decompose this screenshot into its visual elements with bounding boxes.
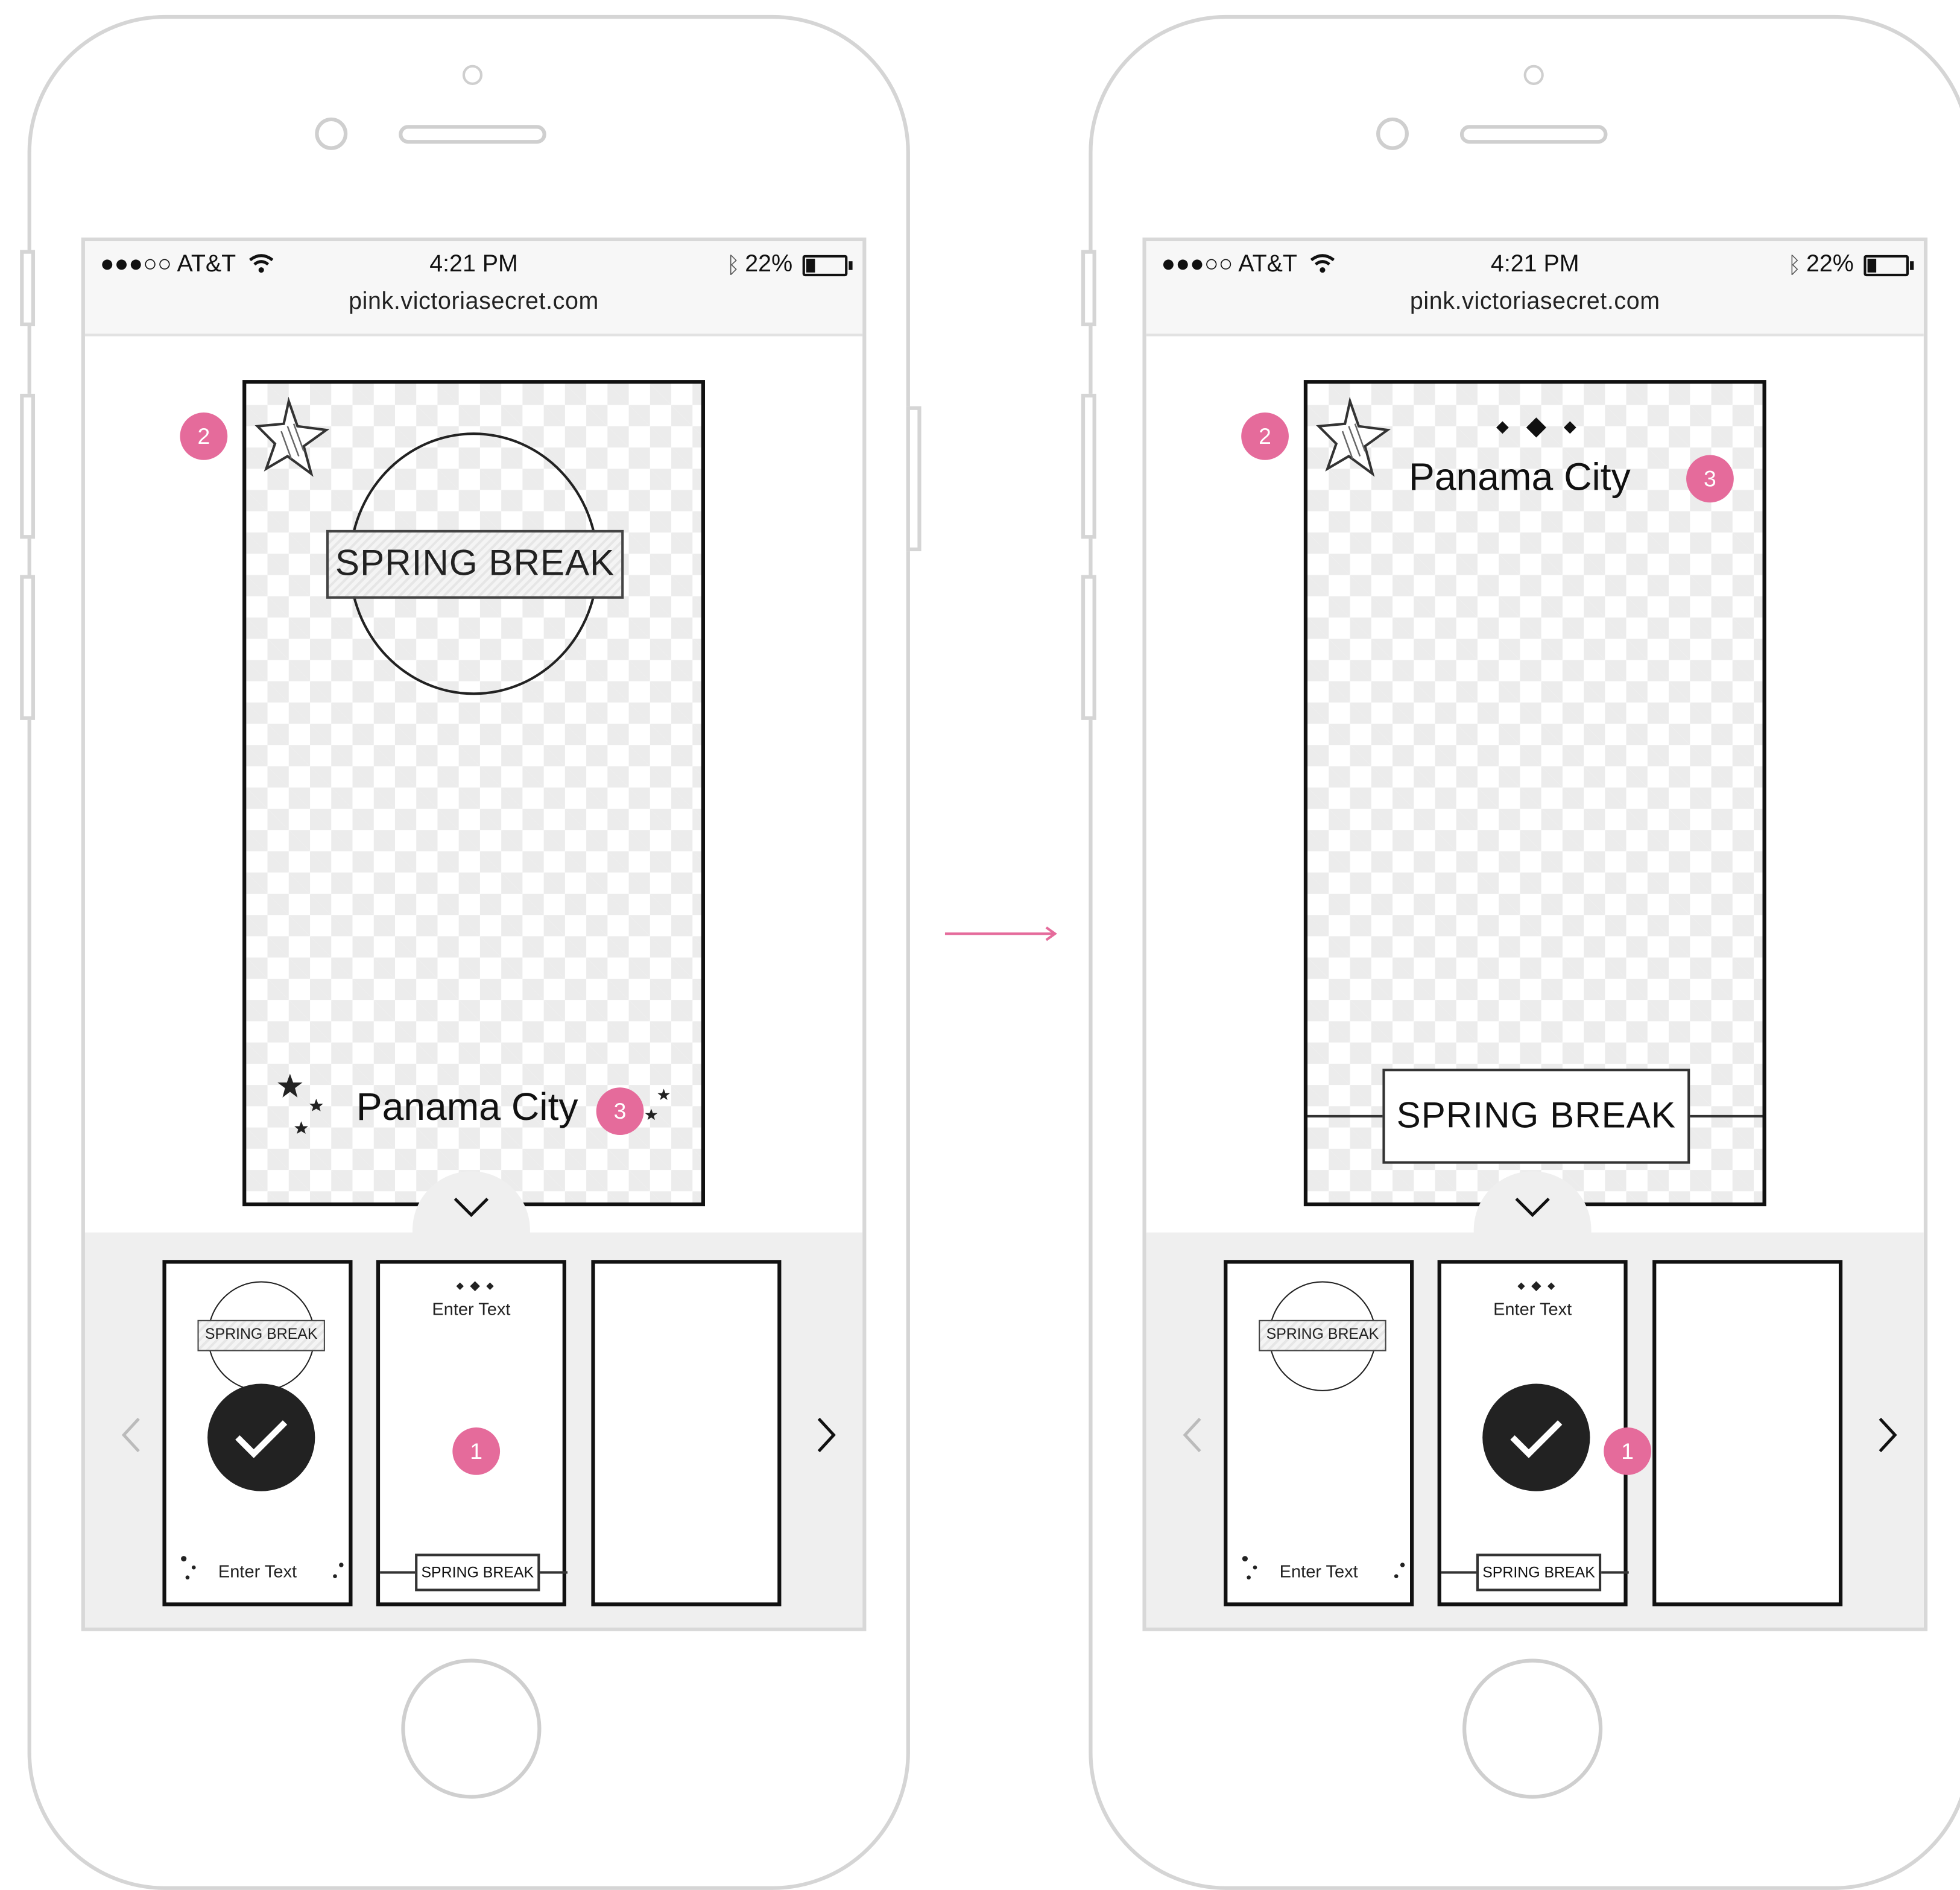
panama-city-text[interactable]: Panama City [356, 1085, 578, 1130]
mute-switch [1081, 250, 1096, 326]
volume-up-button [1081, 393, 1096, 539]
callout-badge-template: 1 [1604, 1427, 1652, 1475]
template-card-3[interactable] [591, 1260, 782, 1607]
callout-badge-text: 3 [596, 1087, 644, 1136]
thumb-footer-text: Enter Text [218, 1561, 297, 1581]
photo-canvas[interactable]: SPRING BREAK Panama City [242, 380, 706, 1207]
front-camera [1376, 117, 1409, 150]
home-button[interactable] [401, 1658, 542, 1799]
chevron-left-icon[interactable] [120, 1416, 142, 1453]
thumb-spring-break-label: SPRING BREAK [197, 1320, 325, 1351]
chevron-down-icon[interactable] [452, 1196, 490, 1219]
callout-badge-sticker: 2 [1241, 412, 1289, 460]
transition-arrow-icon [944, 926, 1057, 941]
checkmark-icon [1510, 1420, 1563, 1458]
home-button[interactable] [1462, 1658, 1603, 1799]
thumb-diamonds-icon [456, 1281, 494, 1292]
thumb-diamonds-icon [1517, 1281, 1555, 1292]
front-camera [315, 117, 348, 150]
proximity-sensor [462, 65, 483, 85]
status-bar: ●●●○○ AT&T 4:21 PM ᛒ 22% pink.victoriase… [84, 241, 863, 337]
thumb-spring-break-label: SPRING BREAK [1259, 1320, 1386, 1351]
battery-status: ᛒ 22% [1788, 251, 1914, 279]
volume-up-button [20, 393, 36, 539]
thumb-stars-right-icon [1394, 1563, 1405, 1578]
spring-break-banner[interactable]: SPRING BREAK [1382, 1069, 1690, 1164]
template-card-1[interactable]: SPRING BREAK Enter Text [1224, 1260, 1414, 1607]
thumb-spring-break-box: SPRING BREAK [415, 1553, 540, 1591]
stars-cluster-right-icon [645, 1089, 670, 1120]
template-card-1[interactable]: SPRING BREAK Enter Text [162, 1260, 353, 1607]
checkmark-icon [235, 1420, 288, 1458]
phone-frame-after: ●●●○○ AT&T 4:21 PM ᛒ 22% pink.victoriase… [1081, 14, 1960, 1890]
volume-down-button [20, 575, 36, 720]
callout-badge-template: 1 [452, 1427, 501, 1475]
volume-down-button [1081, 575, 1096, 720]
spring-break-banner[interactable]: SPRING BREAK [326, 529, 624, 599]
callout-badge-sticker: 2 [180, 412, 228, 460]
callout-badge-text: 3 [1686, 455, 1734, 503]
power-button [906, 406, 922, 552]
template-card-3[interactable] [1652, 1260, 1843, 1607]
thumb-spring-break-box: SPRING BREAK [1476, 1553, 1602, 1591]
address-bar-url[interactable]: pink.victoriasecret.com [85, 289, 862, 317]
star-sticker-icon[interactable] [254, 396, 334, 477]
stars-cluster-left-icon [277, 1073, 323, 1134]
selected-check-badge [1482, 1383, 1590, 1491]
mute-switch [20, 250, 36, 326]
selected-check-badge [207, 1383, 315, 1491]
phone-screen: ●●●○○ AT&T 4:21 PM ᛒ 22% pink.victoriase… [1142, 237, 1928, 1631]
phone-frame-before: ●●●○○ AT&T 4:21 PM ᛒ 22% pink.victoriase… [20, 14, 922, 1890]
chevron-left-icon[interactable] [1181, 1416, 1204, 1453]
template-card-2[interactable]: Enter Text SPRING BREAK [1437, 1260, 1629, 1607]
wireframe-stage: ●●●○○ AT&T 4:21 PM ᛒ 22% pink.victoriase… [0, 0, 1960, 1890]
address-bar-url[interactable]: pink.victoriasecret.com [1146, 289, 1924, 317]
photo-canvas[interactable]: Panama City SPRING BREAK [1303, 380, 1766, 1207]
battery-status: ᛒ 22% [726, 251, 853, 279]
chevron-down-icon[interactable] [1514, 1196, 1551, 1219]
thumb-footer-text: Enter Text [1279, 1561, 1358, 1581]
status-bar: ●●●○○ AT&T 4:21 PM ᛒ 22% pink.victoriase… [1146, 241, 1924, 337]
thumb-header-text: Enter Text [432, 1298, 511, 1319]
bluetooth-icon: ᛒ [1788, 251, 1801, 277]
phone-screen: ●●●○○ AT&T 4:21 PM ᛒ 22% pink.victoriase… [81, 237, 867, 1631]
chevron-right-icon[interactable] [1876, 1416, 1898, 1453]
battery-icon [1864, 254, 1914, 276]
diamonds-ornament-icon [1496, 417, 1576, 438]
battery-level-fill [806, 258, 815, 272]
proximity-sensor [1523, 65, 1544, 85]
earpiece-speaker [399, 125, 546, 144]
battery-icon [802, 254, 853, 276]
chevron-right-icon[interactable] [815, 1416, 837, 1453]
bluetooth-icon: ᛒ [726, 251, 740, 277]
battery-level-fill [1867, 258, 1877, 272]
thumb-stars-right-icon [333, 1563, 344, 1578]
panama-city-text[interactable]: Panama City [1409, 455, 1631, 500]
thumb-header-text: Enter Text [1493, 1298, 1572, 1319]
star-sticker-icon[interactable] [1315, 396, 1395, 477]
earpiece-speaker [1459, 125, 1608, 144]
